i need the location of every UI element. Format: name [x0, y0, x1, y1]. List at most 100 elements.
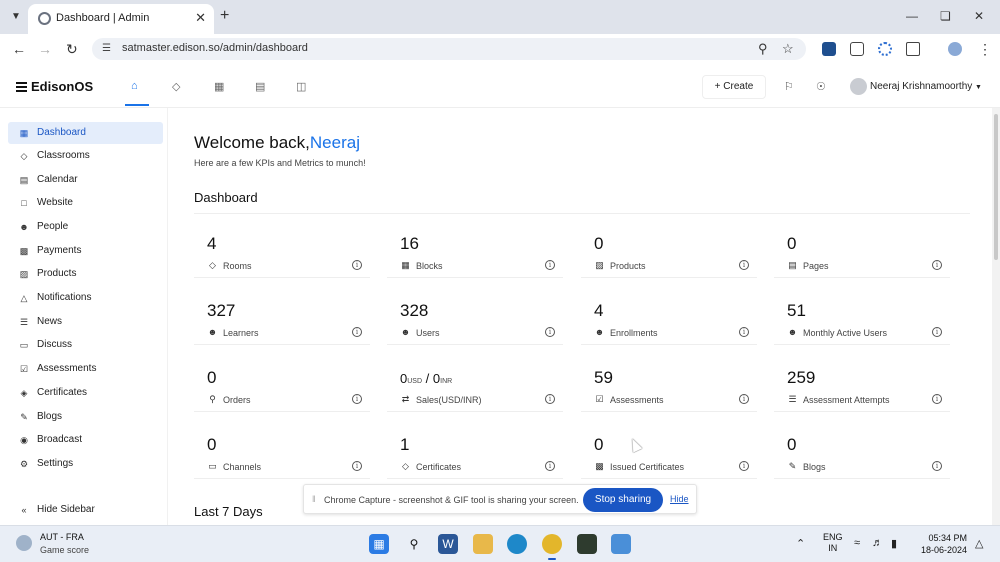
snipping-tool-icon[interactable]: [611, 534, 631, 554]
sidebar-item-news[interactable]: ☰ News: [8, 311, 163, 333]
kpi-card-orders: 0 ⚲ Orders i: [194, 352, 370, 412]
minimize-icon[interactable]: —: [906, 9, 918, 23]
sidebar-item-assessments[interactable]: ☑ Assessments: [8, 358, 163, 380]
windows-start-icon[interactable]: ▦: [369, 534, 389, 554]
terminal-app-icon[interactable]: [577, 534, 597, 554]
create-button[interactable]: + Create: [702, 75, 766, 99]
language-indicator[interactable]: ENG IN: [823, 532, 843, 554]
window-close-icon[interactable]: ✕: [974, 9, 984, 23]
site-info-icon[interactable]: ☰: [102, 43, 111, 54]
hide-banner-link[interactable]: Hide: [670, 494, 689, 504]
home-nav-icon[interactable]: ⌂: [131, 80, 138, 92]
sidebar-item-calendar[interactable]: ▤ Calendar: [8, 169, 163, 191]
sidebar-item-website[interactable]: □ Website: [8, 192, 163, 214]
info-icon[interactable]: i: [545, 394, 555, 404]
sidebar-item-broadcast[interactable]: ◉ Broadcast: [8, 429, 163, 451]
restore-icon[interactable]: ❏: [940, 9, 951, 23]
tray-overflow-chevron-icon[interactable]: ⌃: [796, 537, 805, 550]
info-icon[interactable]: i: [932, 327, 942, 337]
table-nav-icon[interactable]: ▦: [214, 80, 224, 93]
tab-title: Dashboard | Admin: [56, 12, 150, 24]
info-icon[interactable]: i: [352, 461, 362, 471]
chrome-browser-icon[interactable]: [542, 534, 562, 560]
info-icon[interactable]: i: [352, 260, 362, 270]
widget-title[interactable]: AUT - FRA: [40, 532, 84, 542]
notification-bell-icon[interactable]: △: [975, 537, 983, 550]
extension-capture-icon[interactable]: [822, 42, 836, 56]
info-icon[interactable]: i: [352, 327, 362, 337]
page-scrollbar[interactable]: [992, 108, 1000, 525]
kpi-label: Users: [416, 328, 440, 338]
wifi-icon[interactable]: ≈: [854, 537, 860, 549]
analytics-nav-icon[interactable]: ◫: [296, 80, 306, 93]
info-icon[interactable]: i: [739, 327, 749, 337]
edge-browser-icon[interactable]: [507, 534, 527, 554]
info-icon[interactable]: i: [739, 461, 749, 471]
drag-handle-icon[interactable]: ‖: [312, 494, 316, 504]
info-icon[interactable]: i: [932, 461, 942, 471]
bookmark-star-icon[interactable]: ☆: [782, 41, 794, 57]
url-field[interactable]: ☰ satmaster.edison.so/admin/dashboard ⚲ …: [92, 38, 806, 60]
reload-icon[interactable]: ↻: [66, 41, 78, 58]
payments-icon: ▩: [19, 246, 29, 256]
battery-icon[interactable]: ▮: [891, 537, 897, 550]
profile-avatar-icon[interactable]: [948, 42, 962, 56]
sidebar-item-payments[interactable]: ▩ Payments: [8, 240, 163, 262]
info-icon[interactable]: i: [545, 461, 555, 471]
sidebar-item-label: Website: [37, 197, 73, 208]
layers-icon: ◇: [209, 260, 216, 270]
volume-icon[interactable]: ♬: [872, 537, 883, 549]
support-headset-icon[interactable]: ☉: [816, 80, 826, 93]
word-app-icon[interactable]: W: [438, 534, 458, 554]
sidebar-item-label: Assessments: [37, 363, 97, 374]
logo-text: EdisonOS: [31, 79, 94, 94]
kpi-card-pages: 0 ▤ Pages i: [774, 218, 950, 278]
stop-sharing-button[interactable]: Stop sharing: [583, 488, 663, 512]
screenshot-extension-icon[interactable]: [850, 42, 864, 56]
app-logo[interactable]: EdisonOS: [16, 79, 93, 94]
sports-score-icon[interactable]: [16, 535, 32, 551]
clock-time: 05:34 PM: [928, 533, 967, 543]
zoom-icon[interactable]: ⚲: [758, 41, 768, 57]
scrollbar-thumb[interactable]: [994, 114, 998, 260]
pages-icon: ▤: [788, 260, 797, 270]
system-clock[interactable]: 05:34 PM 18-06-2024: [915, 532, 967, 556]
info-icon[interactable]: i: [545, 327, 555, 337]
sidebar-item-discuss[interactable]: ▭ Discuss: [8, 334, 163, 356]
kpi-card-assessment-attempts: 259 ☰ Assessment Attempts i: [774, 352, 950, 412]
sidebar-item-products[interactable]: ▨ Products: [8, 263, 163, 285]
new-tab-icon[interactable]: +: [220, 7, 229, 25]
extension-gear-icon[interactable]: [878, 42, 892, 56]
user-menu[interactable]: Neeraj Krishnamoorthy ▼: [848, 75, 986, 99]
sidebar-item-notifications[interactable]: △ Notifications: [8, 287, 163, 309]
layers-icon: ◇: [20, 151, 28, 161]
extensions-puzzle-icon[interactable]: [906, 42, 920, 56]
browser-tab-bar: ▼ Dashboard | Admin ✕ + — ❏ ✕: [0, 0, 1000, 34]
browser-menu-icon[interactable]: ⋮: [978, 41, 992, 58]
classrooms-nav-icon[interactable]: ◇: [172, 80, 180, 93]
sidebar-item-people[interactable]: ☻ People: [8, 216, 163, 238]
forward-icon[interactable]: →: [38, 41, 52, 57]
info-icon[interactable]: i: [739, 260, 749, 270]
info-icon[interactable]: i: [739, 394, 749, 404]
info-icon[interactable]: i: [545, 260, 555, 270]
store-nav-icon[interactable]: ▤: [255, 80, 265, 93]
tab-close-icon[interactable]: ✕: [195, 10, 206, 26]
back-icon[interactable]: ←: [12, 41, 26, 57]
search-icon[interactable]: ⚲: [404, 534, 424, 554]
hide-sidebar-button[interactable]: « Hide Sidebar: [8, 499, 163, 521]
create-label: Create: [723, 81, 754, 92]
info-icon[interactable]: i: [932, 394, 942, 404]
info-icon[interactable]: i: [932, 260, 942, 270]
browser-tab[interactable]: Dashboard | Admin ✕: [28, 4, 214, 34]
sidebar-item-classrooms[interactable]: ◇ Classrooms: [8, 145, 163, 167]
tab-search-chevron-icon[interactable]: ▼: [6, 7, 26, 27]
announcement-icon[interactable]: ⚐: [784, 80, 794, 93]
sidebar-item-blogs[interactable]: ✎ Blogs: [8, 406, 163, 428]
people-icon: ☻: [19, 222, 29, 232]
file-explorer-icon[interactable]: [473, 534, 493, 554]
sidebar-item-dashboard[interactable]: ▦ Dashboard: [8, 122, 163, 144]
sidebar-item-settings[interactable]: ⚙ Settings: [8, 453, 163, 475]
info-icon[interactable]: i: [352, 394, 362, 404]
sidebar-item-certificates[interactable]: ◈ Certificates: [8, 382, 163, 404]
